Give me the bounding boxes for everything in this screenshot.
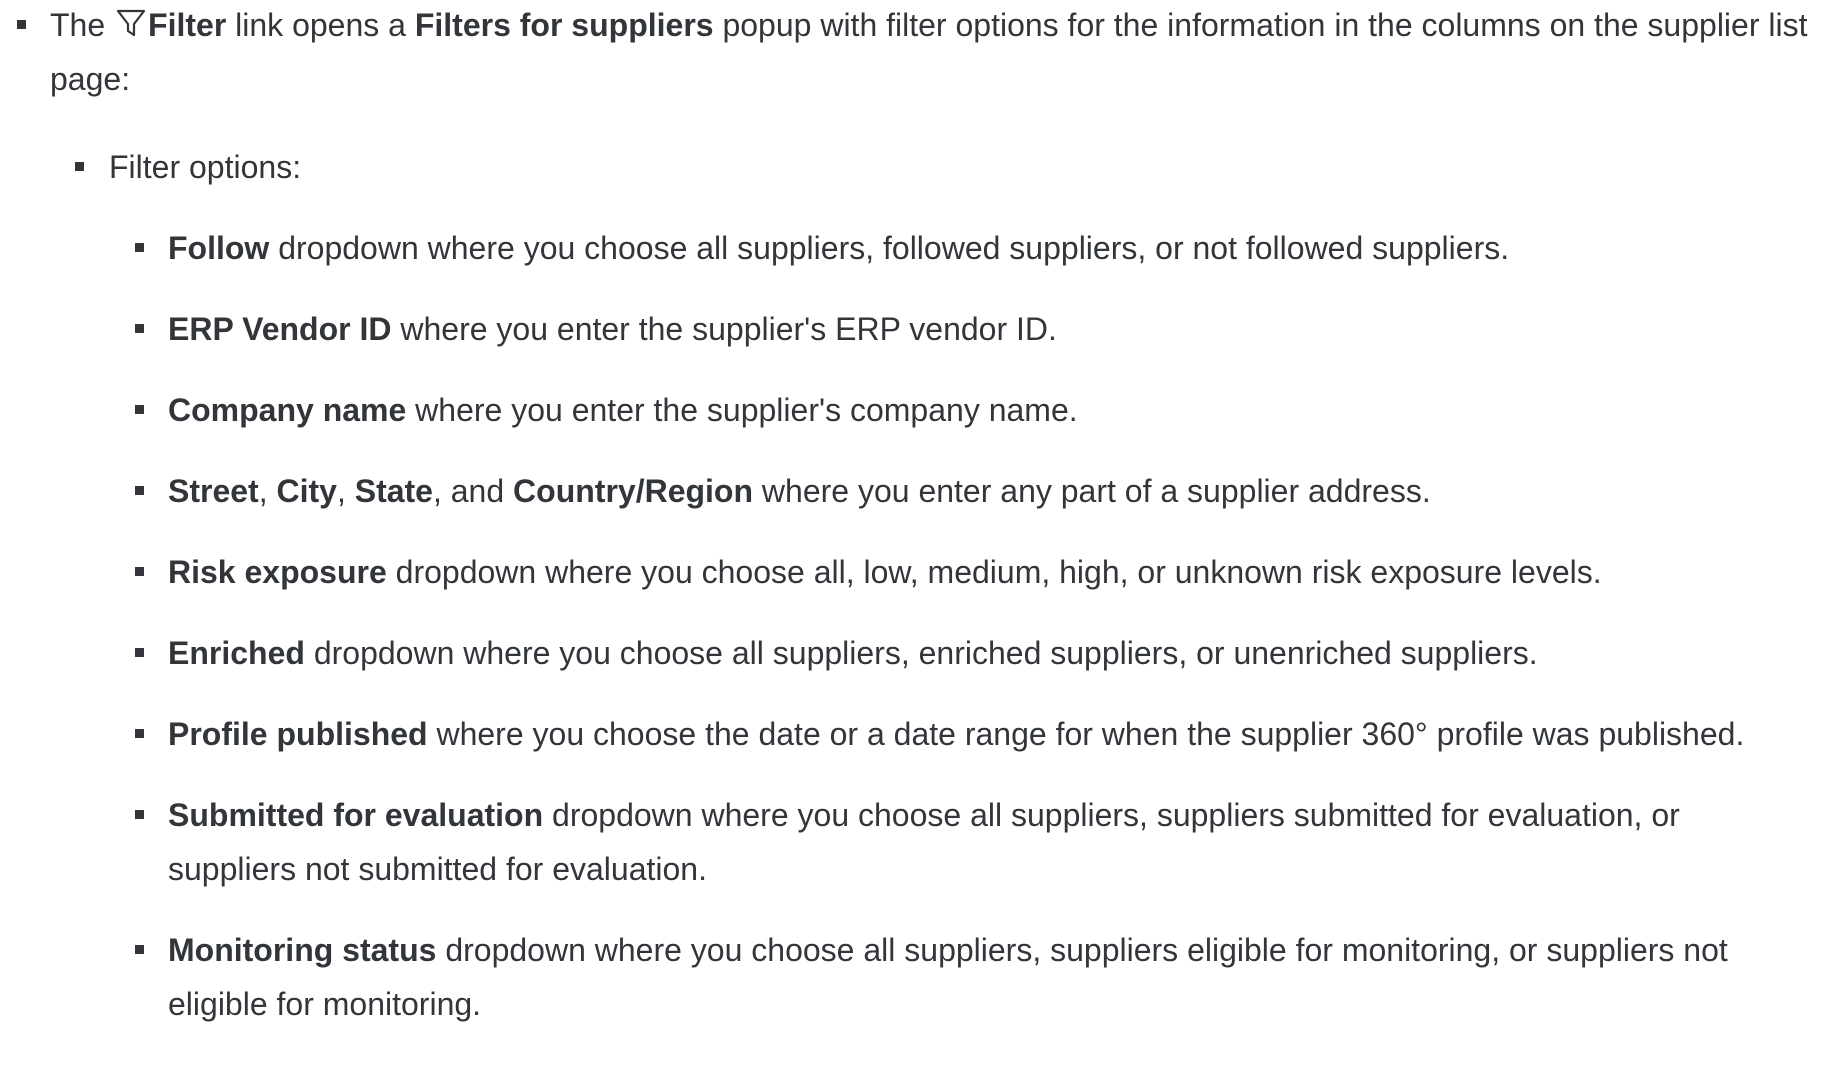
square-bullet — [135, 648, 144, 657]
option-text-profile-published: where you choose the date or a date rang… — [427, 716, 1745, 752]
list-item-monitoring-status: Monitoring status dropdown where you cho… — [135, 923, 1810, 1031]
list-item-follow: Follow dropdown where you choose all sup… — [135, 221, 1810, 275]
option-name-profile-published: Profile published — [168, 716, 428, 752]
square-bullet — [17, 20, 26, 29]
list-item-filter-options: Filter options: Follow dropdown where yo… — [75, 140, 1810, 1031]
list-item-filter-link: The Filter link opens a Filters for supp… — [17, 0, 1810, 1031]
option-text-follow: dropdown where you choose all suppliers,… — [269, 230, 1510, 266]
square-bullet — [135, 243, 144, 252]
square-bullet — [135, 486, 144, 495]
filter-funnel-icon — [116, 1, 146, 37]
address-separator: , — [258, 473, 277, 509]
square-bullet — [135, 324, 144, 333]
option-name-monitoring-status: Monitoring status — [168, 932, 437, 968]
option-text-risk-exposure: dropdown where you choose all, low, medi… — [386, 554, 1602, 590]
option-text-company-name: where you enter the supplier's company n… — [406, 392, 1078, 428]
option-name-follow: Follow — [168, 230, 270, 266]
list-item-submitted-for-evaluation: Submitted for evaluation dropdown where … — [135, 788, 1810, 896]
option-name-enriched: Enriched — [168, 635, 305, 671]
square-bullet — [75, 162, 84, 171]
filter-options-heading: Filter options: — [109, 149, 302, 185]
option-text-enriched: dropdown where you choose all suppliers,… — [304, 635, 1538, 671]
option-name-state: State — [354, 473, 433, 509]
option-name-country-region: Country/Region — [513, 473, 754, 509]
option-name-city: City — [276, 473, 337, 509]
option-name-company-name: Company name — [168, 392, 407, 428]
popup-name: Filters for suppliers — [414, 7, 714, 43]
option-text-address: where you enter any part of a supplier a… — [753, 473, 1431, 509]
list-item-company-name: Company name where you enter the supplie… — [135, 383, 1810, 437]
intro-prefix: The — [50, 7, 115, 43]
intro-middle: link opens a — [226, 7, 415, 43]
square-bullet — [135, 567, 144, 576]
square-bullet — [135, 945, 144, 954]
top-level-list: The Filter link opens a Filters for supp… — [17, 0, 1810, 1058]
list-item-profile-published: Profile published where you choose the d… — [135, 707, 1810, 761]
option-name-submitted-for-evaluation: Submitted for evaluation — [168, 797, 544, 833]
list-item-risk-exposure: Risk exposure dropdown where you choose … — [135, 545, 1810, 599]
address-separator: , — [336, 473, 355, 509]
list-item-address: Street, City, State, and Country/Region … — [135, 464, 1810, 518]
address-separator: , and — [432, 473, 514, 509]
square-bullet — [135, 810, 144, 819]
option-name-risk-exposure: Risk exposure — [168, 554, 387, 590]
filter-options-list: Filter options: Follow dropdown where yo… — [75, 140, 1810, 1031]
list-item-enriched: Enriched dropdown where you choose all s… — [135, 626, 1810, 680]
option-name-street: Street — [168, 473, 259, 509]
option-name-erp-vendor-id: ERP Vendor ID — [168, 311, 392, 347]
filter-link-label: Filter — [148, 7, 227, 43]
square-bullet — [135, 729, 144, 738]
document-body: The Filter link opens a Filters for supp… — [0, 0, 1832, 1084]
list-item-erp-vendor-id: ERP Vendor ID where you enter the suppli… — [135, 302, 1810, 356]
option-text-erp-vendor-id: where you enter the supplier's ERP vendo… — [391, 311, 1057, 347]
square-bullet — [135, 405, 144, 414]
filter-option-items: Follow dropdown where you choose all sup… — [135, 221, 1810, 1031]
